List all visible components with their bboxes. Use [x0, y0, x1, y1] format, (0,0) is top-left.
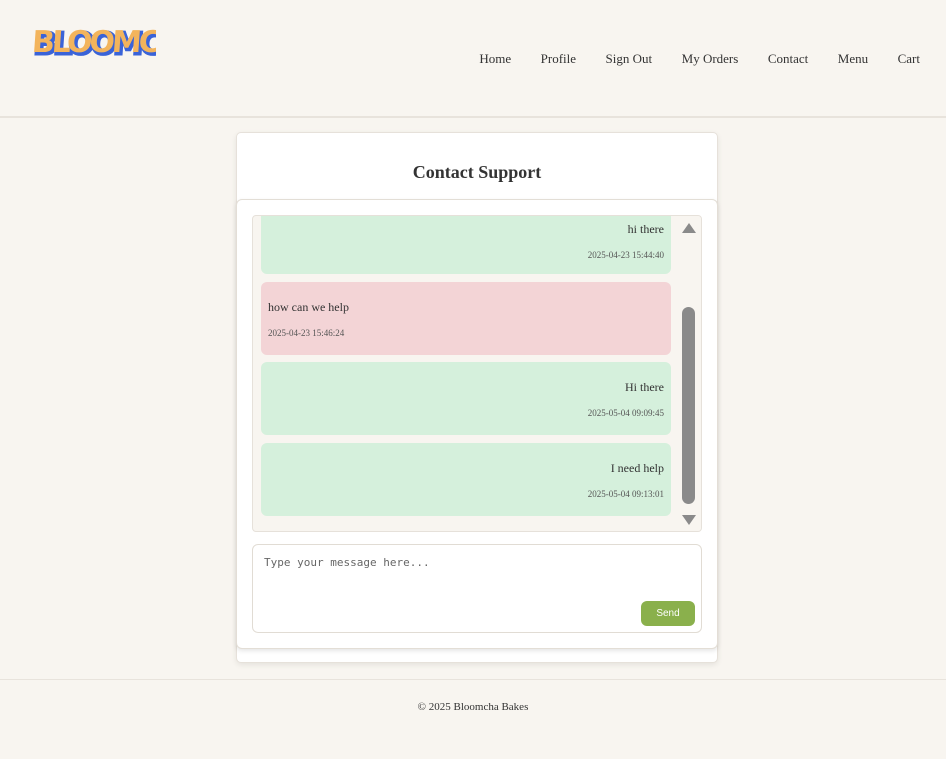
nav-menu[interactable]: Menu [838, 51, 868, 67]
message-time: 2025-05-04 09:13:01 [587, 489, 664, 499]
site-header: BLOOMCHA BLOOMCHA Home Profile Sign Out … [0, 0, 946, 118]
bloomcha-logo[interactable]: BLOOMCHA BLOOMCHA [31, 14, 209, 66]
message-text: how can we help [268, 300, 349, 314]
scroll-up-arrow-icon[interactable] [682, 223, 696, 233]
message-input[interactable] [253, 545, 701, 632]
message-text: I need help [610, 461, 664, 475]
send-button[interactable]: Send [641, 601, 695, 626]
message-composer: Send [252, 544, 702, 633]
page-title: Contact Support [412, 162, 542, 182]
message-text: Hi there [625, 380, 664, 394]
logo-graphic: BLOOMCHA BLOOMCHA [31, 25, 209, 63]
contact-support-card: Contact Support hi there 2025-04-23 15:4… [236, 132, 718, 663]
chat-message: Hi there 2025-05-04 09:09:45 [261, 362, 671, 435]
chat-panel: hi there 2025-04-23 15:44:40 how can we … [236, 199, 718, 649]
nav-profile[interactable]: Profile [541, 51, 576, 67]
chat-message: hi there 2025-04-23 15:44:40 [261, 216, 671, 274]
nav-cart[interactable]: Cart [898, 51, 920, 67]
main-nav: Home Profile Sign Out My Orders Contact … [450, 51, 920, 67]
copyright-text: © 2025 Bloomcha Bakes [417, 701, 529, 713]
message-time: 2025-04-23 15:44:40 [587, 250, 664, 260]
chat-message: how can we help 2025-04-23 15:46:24 [261, 282, 671, 355]
message-time: 2025-05-04 09:09:45 [587, 408, 664, 418]
nav-home[interactable]: Home [479, 51, 511, 67]
chat-message: I need help 2025-05-04 09:13:01 [261, 443, 671, 516]
nav-my-orders[interactable]: My Orders [682, 51, 739, 67]
nav-contact[interactable]: Contact [768, 51, 808, 67]
chat-scrollbar[interactable] [677, 216, 701, 531]
svg-text:BLOOMCHA: BLOOMCHA [32, 25, 156, 60]
message-text: hi there [627, 222, 664, 236]
scroll-thumb[interactable] [682, 307, 695, 504]
message-time: 2025-04-23 15:46:24 [268, 328, 345, 338]
nav-sign-out[interactable]: Sign Out [606, 51, 653, 67]
chat-history[interactable]: hi there 2025-04-23 15:44:40 how can we … [252, 215, 702, 532]
site-footer: © 2025 Bloomcha Bakes [0, 679, 946, 759]
scroll-down-arrow-icon[interactable] [682, 515, 696, 525]
